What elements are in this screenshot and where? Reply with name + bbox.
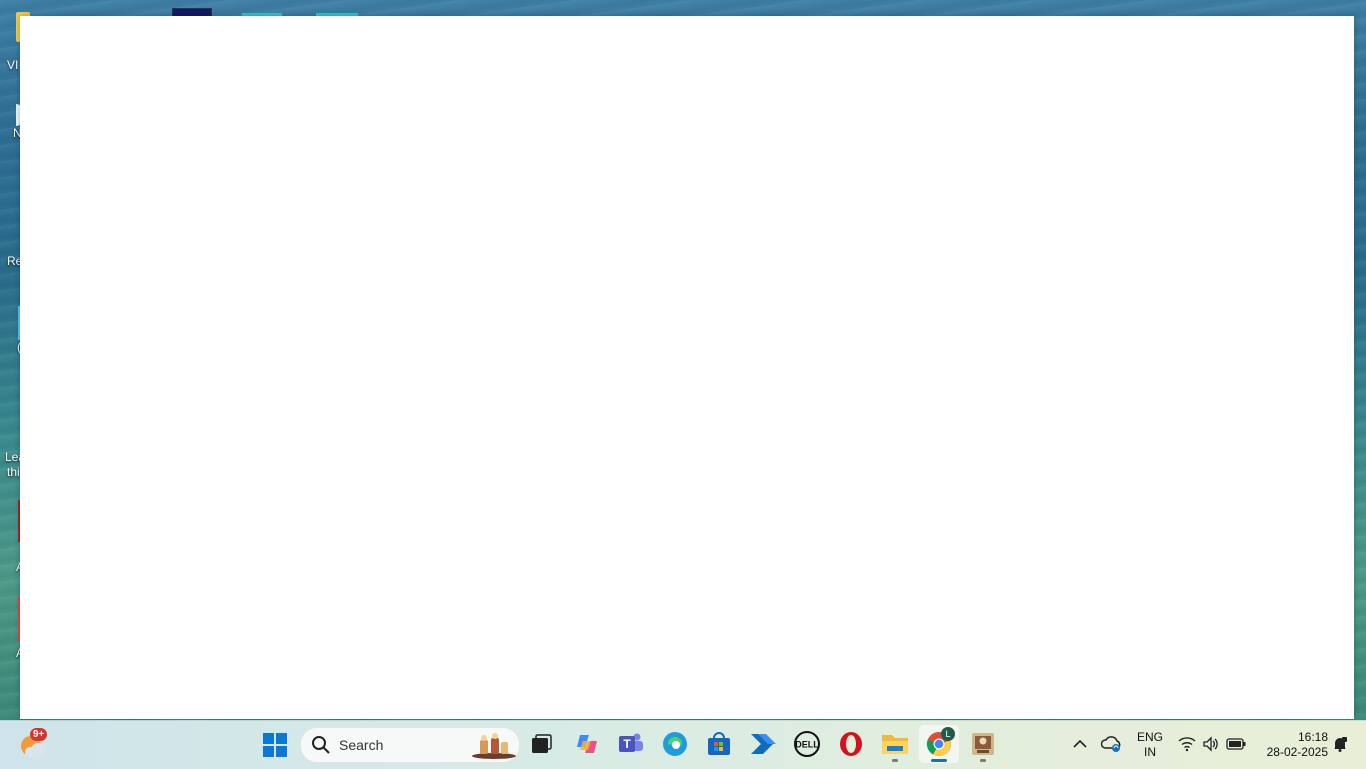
store-icon — [708, 732, 730, 755]
cloud-sync-icon — [1101, 736, 1121, 752]
dell-icon: DELL — [794, 731, 820, 757]
task-view-button[interactable] — [522, 725, 562, 763]
running-indicator — [980, 759, 986, 762]
wifi-icon — [1178, 737, 1196, 752]
power-automate-icon — [751, 734, 776, 754]
search-icon — [312, 736, 330, 754]
language-code: ENG — [1136, 730, 1163, 744]
quick-settings-button[interactable] — [1174, 725, 1250, 763]
search-highlight-icon — [472, 733, 516, 759]
task-view-icon — [532, 734, 552, 753]
chrome-button[interactable]: L — [919, 725, 959, 763]
time: 16:18 — [1297, 730, 1328, 744]
onedrive-button[interactable] — [1098, 725, 1126, 763]
power-automate-button[interactable] — [743, 725, 783, 763]
desktop-icon-label: VI — [7, 58, 19, 72]
weather-widget[interactable]: 9+ — [14, 726, 54, 764]
app-button[interactable] — [963, 725, 1003, 763]
taskbar-search[interactable]: Search — [300, 727, 520, 763]
windows-logo-icon — [263, 733, 287, 757]
region-code: IN — [1144, 745, 1156, 759]
date: 28-02-2025 — [1266, 745, 1328, 759]
teams-icon: T — [619, 733, 643, 752]
chevron-up-icon — [1073, 739, 1087, 748]
opera-button[interactable] — [831, 725, 871, 763]
svg-text:T: T — [623, 737, 631, 751]
bell-icon — [1334, 737, 1347, 752]
file-explorer-button[interactable] — [875, 725, 915, 763]
profile-badge: L — [941, 727, 955, 741]
battery-icon — [1226, 738, 1246, 750]
notifications-button[interactable] — [1330, 725, 1350, 763]
folder-icon — [882, 735, 908, 754]
start-button[interactable] — [255, 726, 295, 764]
language-indicator[interactable]: ENG IN — [1132, 730, 1168, 760]
dell-button[interactable]: DELL — [787, 725, 827, 763]
show-hidden-icons-button[interactable] — [1066, 725, 1094, 763]
active-indicator — [931, 759, 947, 762]
search-label: Search — [339, 737, 384, 753]
svg-text:DELL: DELL — [795, 740, 819, 750]
app-icon — [972, 733, 994, 755]
blank-window[interactable] — [20, 16, 1354, 719]
opera-icon — [840, 732, 862, 756]
edge-icon — [663, 732, 687, 756]
copilot-button[interactable] — [567, 725, 607, 763]
edge-button[interactable] — [655, 725, 695, 763]
copilot-icon — [577, 735, 597, 753]
clock[interactable]: 16:18 28-02-2025 — [1256, 730, 1328, 760]
teams-button[interactable]: T — [611, 725, 651, 763]
notification-badge: 9+ — [30, 728, 48, 741]
store-button[interactable] — [699, 725, 739, 763]
volume-icon — [1203, 736, 1218, 752]
running-indicator — [892, 759, 898, 762]
